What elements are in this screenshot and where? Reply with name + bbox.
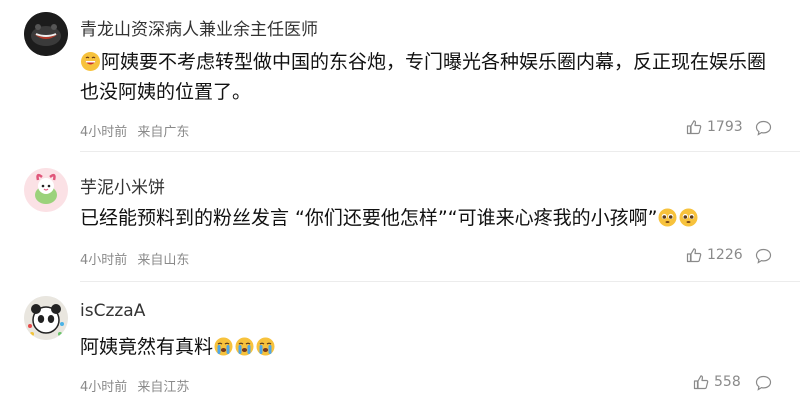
comment-meta: 4小时前 来自广东	[80, 121, 189, 140]
crying-face-emoji	[214, 337, 233, 356]
like-button[interactable]: 1226	[686, 247, 743, 263]
comment-item: 芋泥小米饼 已经能预料到的粉丝发言 “你们还要他怎样”“可谁来心疼我的小孩啊” …	[0, 152, 800, 282]
username[interactable]: 芋泥小米饼	[80, 173, 165, 198]
comment-text: 阿姨要不考虑转型做中国的东谷炮，专门曝光各种娱乐圈内幕，反正现在娱乐圈也没阿姨的…	[80, 47, 780, 107]
comment-time: 4小时前	[80, 380, 128, 395]
pleading-face-emoji	[658, 208, 677, 227]
thumbs-up-icon	[693, 375, 709, 390]
username[interactable]: 青龙山资深病人兼业余主任医师	[80, 15, 318, 40]
thumbs-up-icon	[686, 120, 702, 135]
comment-location: 来自广东	[137, 125, 190, 140]
comment-bubble-icon[interactable]	[755, 248, 772, 264]
avatar[interactable]	[24, 12, 68, 56]
crying-face-emoji	[256, 337, 275, 356]
comment-location: 来自山东	[137, 253, 190, 268]
pleading-face-emoji	[679, 208, 698, 227]
crying-face-emoji	[235, 337, 254, 356]
comment-text-body: 阿姨要不考虑转型做中国的东谷炮，专门曝光各种娱乐圈内幕，反正现在娱乐圈也没阿姨的…	[80, 51, 767, 103]
comment-text-body: 已经能预料到的粉丝发言 “你们还要他怎样”“可谁来心疼我的小孩啊”	[80, 207, 658, 229]
thumbs-up-icon	[686, 248, 702, 263]
comment-item: isCzzaA 阿姨竟然有真料 4小时前 来自江苏 558	[0, 282, 800, 414]
like-count: 558	[714, 374, 741, 390]
comment-time: 4小时前	[80, 253, 128, 268]
like-count: 1226	[707, 247, 743, 263]
avatar[interactable]	[24, 168, 68, 212]
comment-text: 阿姨竟然有真料	[80, 332, 780, 362]
username[interactable]: isCzzaA	[80, 301, 145, 321]
comment-bubble-icon[interactable]	[755, 375, 772, 391]
comment-text: 已经能预料到的粉丝发言 “你们还要他怎样”“可谁来心疼我的小孩啊”	[80, 203, 780, 233]
grinning-face-emoji	[81, 52, 100, 71]
comment-location: 来自江苏	[137, 380, 190, 395]
like-button[interactable]: 1793	[686, 119, 743, 135]
comment-bubble-icon[interactable]	[755, 120, 772, 136]
comment-item: 青龙山资深病人兼业余主任医师 阿姨要不考虑转型做中国的东谷炮，专门曝光各种娱乐圈…	[0, 0, 800, 152]
like-count: 1793	[707, 119, 743, 135]
comment-meta: 4小时前 来自山东	[80, 249, 189, 268]
avatar[interactable]	[24, 296, 68, 340]
like-button[interactable]: 558	[693, 374, 741, 390]
comment-text-body: 阿姨竟然有真料	[80, 336, 214, 358]
comment-meta: 4小时前 来自江苏	[80, 376, 189, 395]
comment-time: 4小时前	[80, 125, 128, 140]
